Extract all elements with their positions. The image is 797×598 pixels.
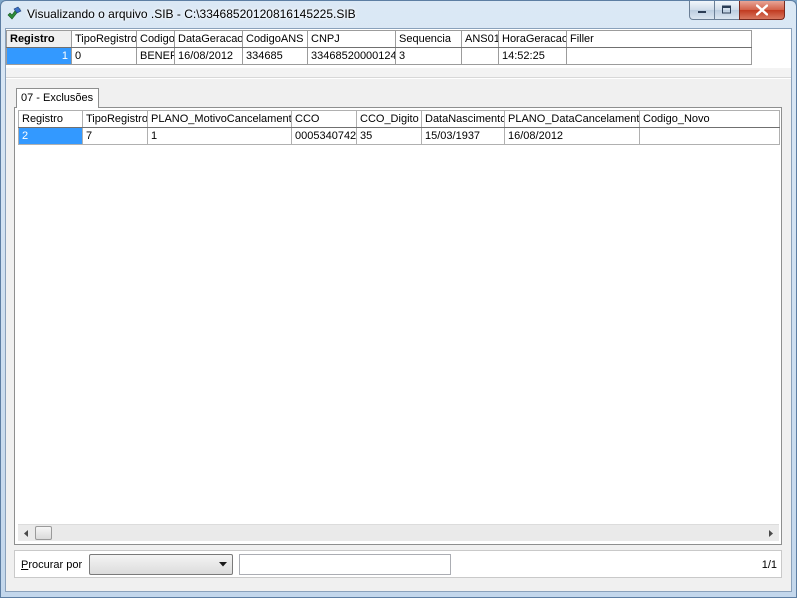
column-header[interactable]: TipoRegistro xyxy=(71,30,137,48)
header-grid-column-headers: Registro TipoRegistro Codigo DataGeracao… xyxy=(6,30,752,48)
exclusoes-grid[interactable]: Registro TipoRegistro PLANO_MotivoCancel… xyxy=(18,110,780,145)
maximize-icon xyxy=(722,5,731,14)
search-label-text: rocurar por xyxy=(28,559,83,571)
close-icon xyxy=(756,4,768,16)
table-cell[interactable]: 334685 xyxy=(242,47,308,65)
close-button[interactable] xyxy=(739,1,785,20)
column-header[interactable]: CodigoANS xyxy=(242,30,308,48)
column-header[interactable]: HoraGeracao xyxy=(498,30,567,48)
main-window: Visualizando o arquivo .SIB - C:\3346852… xyxy=(0,0,797,598)
title-bar[interactable]: Visualizando o arquivo .SIB - C:\3346852… xyxy=(1,1,796,27)
search-input[interactable] xyxy=(239,554,451,575)
scroll-left-button[interactable] xyxy=(18,525,35,542)
column-header[interactable]: TipoRegistro xyxy=(82,110,148,128)
horizontal-scrollbar[interactable] xyxy=(18,524,779,541)
column-header[interactable]: Sequencia xyxy=(395,30,462,48)
table-cell[interactable] xyxy=(566,47,752,65)
table-cell[interactable]: 0005340742 xyxy=(291,127,357,145)
window-title: Visualizando o arquivo .SIB - C:\3346852… xyxy=(27,7,356,21)
search-field-select[interactable] xyxy=(89,554,233,575)
column-header[interactable]: PLANO_DataCancelamento xyxy=(504,110,640,128)
minimize-button[interactable] xyxy=(689,1,715,20)
chevron-right-icon xyxy=(769,530,773,537)
table-cell[interactable]: 33468520000124 xyxy=(307,47,396,65)
column-header[interactable]: CNPJ xyxy=(307,30,396,48)
table-cell[interactable]: 35 xyxy=(356,127,422,145)
header-record-grid[interactable]: Registro TipoRegistro Codigo DataGeracao… xyxy=(6,30,752,65)
column-header[interactable]: DataNascimento xyxy=(421,110,505,128)
table-row[interactable]: 1 0 BENEF 16/08/2012 334685 334685200001… xyxy=(6,47,752,65)
tab-exclusoes[interactable]: 07 - Exclusões xyxy=(16,88,99,108)
table-cell[interactable]: 14:52:25 xyxy=(498,47,567,65)
table-cell[interactable]: BENEF xyxy=(136,47,175,65)
table-cell[interactable]: 16/08/2012 xyxy=(174,47,243,65)
chevron-down-icon xyxy=(219,562,227,567)
tab-page-exclusoes: Registro TipoRegistro PLANO_MotivoCancel… xyxy=(14,107,782,545)
column-header[interactable]: PLANO_MotivoCancelamento xyxy=(147,110,292,128)
column-header[interactable]: CCO_Digito xyxy=(356,110,422,128)
maximize-button[interactable] xyxy=(714,1,740,20)
column-header[interactable]: Filler xyxy=(566,30,752,48)
column-header[interactable]: Codigo_Novo xyxy=(639,110,780,128)
chevron-left-icon xyxy=(24,530,28,537)
table-cell[interactable] xyxy=(639,127,780,145)
column-header[interactable]: Registro xyxy=(6,30,72,48)
detail-grid-column-headers: Registro TipoRegistro PLANO_MotivoCancel… xyxy=(18,110,780,128)
search-bar: Procurar por 1/1 xyxy=(14,550,782,578)
column-header[interactable]: DataGeracao xyxy=(174,30,243,48)
column-header[interactable]: Registro xyxy=(18,110,83,128)
search-label: Procurar por xyxy=(21,559,82,571)
app-icon xyxy=(7,6,22,20)
column-header[interactable]: ANS01 xyxy=(461,30,499,48)
minimize-icon xyxy=(698,11,706,13)
scroll-right-button[interactable] xyxy=(762,525,779,542)
grid-background xyxy=(6,68,791,78)
table-cell[interactable]: 1 xyxy=(6,47,72,65)
scrollbar-thumb[interactable] xyxy=(35,526,52,540)
column-header[interactable]: Codigo xyxy=(136,30,175,48)
details-panel: 07 - Exclusões Registro TipoRegistro PLA… xyxy=(6,79,791,591)
table-cell[interactable] xyxy=(461,47,499,65)
table-cell[interactable]: 16/08/2012 xyxy=(504,127,640,145)
table-cell[interactable]: 7 xyxy=(82,127,148,145)
client-area: Registro TipoRegistro Codigo DataGeracao… xyxy=(5,28,792,592)
page-count: 1/1 xyxy=(761,559,777,571)
column-header[interactable]: CCO xyxy=(291,110,357,128)
table-cell[interactable]: 15/03/1937 xyxy=(421,127,505,145)
table-cell[interactable]: 0 xyxy=(71,47,137,65)
table-cell[interactable]: 3 xyxy=(395,47,462,65)
table-row[interactable]: 2 7 1 0005340742 35 15/03/1937 16/08/201… xyxy=(18,127,780,145)
table-cell[interactable]: 2 xyxy=(18,127,83,145)
table-cell[interactable]: 1 xyxy=(147,127,292,145)
